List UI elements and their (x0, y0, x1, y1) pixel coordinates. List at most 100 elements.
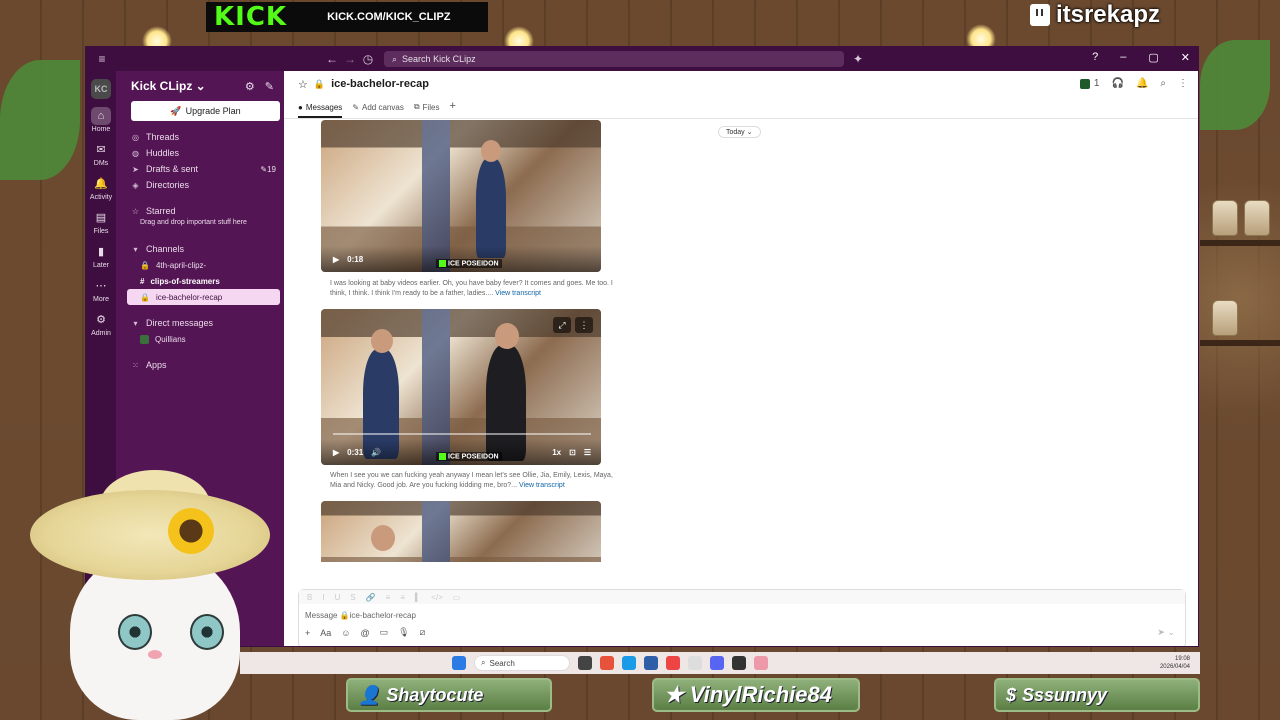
kebab-icon[interactable]: ⋮ (575, 317, 593, 333)
hash-icon: # (140, 276, 145, 286)
headphones-icon[interactable]: 🎧 (1111, 78, 1123, 89)
compose-icon[interactable]: ✎ (265, 80, 274, 93)
taskbar-search[interactable]: ⌕ Search (474, 655, 570, 671)
forward-icon[interactable]: → (342, 52, 358, 66)
nav-drafts[interactable]: ➤ Drafts & sent ✎19 (116, 161, 284, 177)
channel-4th-april[interactable]: 🔒 4th-april-clipz- (116, 257, 284, 273)
kebab-icon[interactable]: ⋮ (1178, 78, 1188, 89)
rail-admin[interactable]: ⚙ Admin (86, 311, 116, 337)
clock-time: 19:08 (1174, 656, 1190, 662)
settings-icon[interactable]: ⚙ (245, 80, 255, 93)
format-icon[interactable]: Aa (320, 628, 331, 638)
dm-quillians[interactable]: Quillians (116, 331, 284, 347)
upgrade-plan-button[interactable]: 🚀 Upgrade Plan (131, 101, 280, 121)
video-clip[interactable]: ▶ 0:18 ICE POSEIDON (321, 120, 601, 272)
help-icon[interactable]: ? (1092, 51, 1098, 64)
nav-directories[interactable]: ◈ Directories (116, 177, 284, 193)
link-icon[interactable]: 🔗 (366, 593, 376, 602)
notification-icon[interactable]: 🔔 (1136, 78, 1148, 89)
system-clock[interactable]: 19:08 2026/04/04 (1160, 655, 1190, 671)
rail-more[interactable]: ⋯ More (86, 277, 116, 303)
chrome-icon[interactable] (600, 656, 614, 670)
slack-icon[interactable] (754, 656, 768, 670)
send-button[interactable]: ➤ ⌄ (1157, 627, 1175, 638)
channel-clips-of-streamers[interactable]: # clips-of-streamers (116, 273, 284, 289)
starred-header[interactable]: ☆ Starred (116, 203, 284, 219)
channel-ice-bachelor-recap[interactable]: 🔒 ice-bachelor-recap (127, 289, 280, 305)
slack-ai-icon[interactable]: ✦ (850, 52, 866, 66)
italic-icon[interactable]: I (322, 593, 324, 602)
search-bar[interactable]: ⌕ Search Kick CLipz (384, 51, 844, 67)
discord-icon[interactable] (710, 656, 724, 670)
store-icon[interactable] (644, 656, 658, 670)
channel-title[interactable]: ice-bachelor-recap (331, 78, 429, 90)
dm-header[interactable]: ▾ Direct messages (116, 315, 284, 331)
emoji-icon[interactable]: ☺ (341, 628, 350, 638)
rocket-icon: 🚀 (170, 105, 182, 116)
video-icon[interactable]: ▭ (380, 627, 389, 638)
rail-dms[interactable]: ✉ DMs (86, 141, 116, 167)
latest-tip-name: Sssunnyy (1022, 684, 1108, 705)
code-block-icon[interactable]: ▭ (453, 593, 461, 602)
playback-speed[interactable]: 1x (552, 448, 561, 457)
brave-icon[interactable] (666, 656, 680, 670)
volume-icon[interactable]: 🔊 (371, 448, 381, 457)
search-icon[interactable]: ⌕ (1160, 78, 1166, 89)
underline-icon[interactable]: U (335, 593, 341, 602)
close-icon[interactable]: ✕ (1181, 51, 1190, 64)
video-clip[interactable] (321, 501, 601, 562)
strike-icon[interactable]: S (350, 593, 355, 602)
message-input[interactable]: Message 🔒ice-bachelor-recap (299, 604, 1185, 627)
maximize-icon[interactable]: ▢ (1148, 51, 1158, 64)
edge-icon[interactable] (622, 656, 636, 670)
bullet-list-icon[interactable]: ≡ (400, 593, 405, 602)
play-icon[interactable]: ▶ (333, 448, 339, 457)
code-icon[interactable]: </> (431, 593, 443, 602)
shortcut-icon[interactable]: ⧄ (420, 627, 426, 638)
star-icon[interactable]: ☆ (298, 78, 308, 91)
menu-icon[interactable]: ≡ (94, 52, 110, 66)
message-composer[interactable]: B I U S 🔗 ≡ ≡ ▍ </> ▭ Message 🔒ice-bache… (298, 589, 1186, 646)
view-transcript-link[interactable]: View transcript (519, 482, 565, 489)
headphones-icon: ◍ (132, 148, 139, 158)
apps-header[interactable]: ⁙ Apps (116, 357, 284, 373)
obs-icon[interactable] (732, 656, 746, 670)
workspace-name[interactable]: Kick CLipz ⌄ (131, 79, 206, 93)
ordered-list-icon[interactable]: ≡ (386, 593, 391, 602)
mention-icon[interactable]: @ (360, 628, 369, 638)
back-icon[interactable]: ← (324, 52, 340, 66)
rail-home[interactable]: ⌂ Home (86, 107, 116, 133)
add-tab-button[interactable]: + (449, 100, 455, 118)
document-icon[interactable] (688, 656, 702, 670)
captions-icon[interactable]: ⊡ (569, 448, 576, 457)
tab-files[interactable]: ⧉ Files (414, 102, 440, 118)
channel-tools: 1 🎧 🔔 ⌕ ⋮ (1079, 78, 1188, 89)
sunflower-icon (168, 508, 214, 554)
channels-header[interactable]: ▾ Channels (116, 241, 284, 257)
history-icon[interactable]: ◷ (360, 52, 376, 66)
tab-add-canvas[interactable]: ✎ Add canvas (352, 103, 404, 118)
workspace-icon[interactable]: KC (91, 79, 111, 99)
play-icon[interactable]: ▶ (333, 255, 339, 264)
expand-icon[interactable]: ⤢ (553, 317, 571, 333)
minimize-icon[interactable]: – (1120, 51, 1126, 64)
start-icon[interactable] (452, 656, 466, 670)
video-progress-bar[interactable] (333, 433, 591, 435)
tab-messages[interactable]: ● Messages (298, 103, 343, 118)
transcript-icon[interactable]: ☰ (584, 448, 591, 457)
terminal-icon[interactable] (578, 656, 592, 670)
view-transcript-link[interactable]: View transcript (495, 290, 541, 297)
video-clip[interactable]: ⤢ ⋮ ▶ 0:31 🔊 1x ⊡ ☰ ICE POSEIDON (321, 309, 601, 465)
plus-icon[interactable]: + (305, 628, 310, 638)
nav-huddles[interactable]: ◍ Huddles (116, 145, 284, 161)
members-button[interactable]: 1 (1079, 78, 1099, 89)
rail-later[interactable]: ▮ Later (86, 243, 116, 269)
rail-activity[interactable]: 🔔 Activity (86, 175, 116, 201)
bold-icon[interactable]: B (307, 593, 312, 602)
rail-files[interactable]: ▤ Files (86, 209, 116, 235)
mic-icon[interactable]: 🎙 (398, 627, 409, 638)
date-divider[interactable]: Today ⌄ (718, 126, 761, 138)
nav-threads[interactable]: ◎ Threads (116, 129, 284, 145)
quote-icon[interactable]: ▍ (415, 593, 421, 602)
star-icon: ★ (664, 682, 684, 707)
